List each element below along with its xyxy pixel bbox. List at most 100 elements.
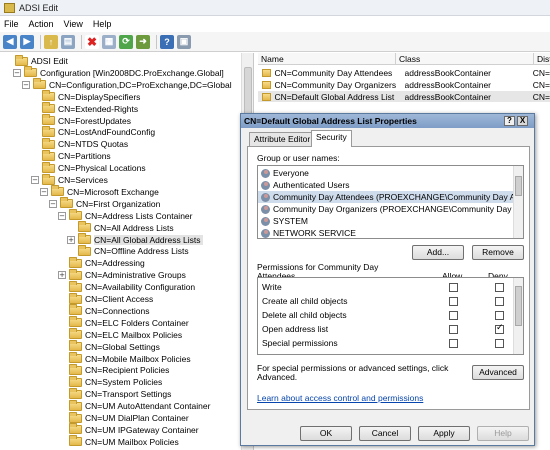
- tree-node[interactable]: − CN=Microsoft Exchange: [40, 185, 159, 198]
- delete-icon[interactable]: ✖: [85, 34, 99, 49]
- tree-node[interactable]: CN=Offline Address Lists: [67, 244, 189, 257]
- tree-node-label: CN=Services: [58, 175, 108, 185]
- tree-node[interactable]: CN=Global Settings: [58, 340, 160, 353]
- permissions-scrollbar[interactable]: [513, 278, 523, 354]
- tree-node[interactable]: CN=LostAndFoundConfig: [31, 125, 155, 138]
- up-folder-icon[interactable]: ↑: [44, 34, 58, 49]
- collapse-icon[interactable]: −: [13, 68, 21, 77]
- tree-node[interactable]: CN=NTDS Quotas: [31, 137, 128, 150]
- tree-node[interactable]: CN=Extended-Rights: [31, 102, 138, 115]
- dialog-close-button[interactable]: X: [517, 116, 528, 126]
- list-item[interactable]: NETWORK SERVICE: [258, 227, 514, 238]
- tree-node[interactable]: CN=Client Access: [58, 292, 153, 305]
- tree-node[interactable]: + CN=All Global Address Lists: [67, 233, 203, 246]
- tree-node[interactable]: CN=ELC Folders Container: [58, 316, 189, 329]
- collapse-icon[interactable]: −: [22, 80, 30, 89]
- tree-node[interactable]: CN=Mobile Mailbox Policies: [58, 352, 191, 365]
- list-item[interactable]: CN=Default Global Address List addressBo…: [258, 91, 550, 102]
- folder-icon: [33, 78, 46, 90]
- tree-node[interactable]: CN=UM AutoAttendant Container: [58, 399, 210, 412]
- tree-node[interactable]: CN=Transport Settings: [58, 387, 171, 400]
- list-item[interactable]: SYSTEM: [258, 215, 514, 227]
- expand-icon[interactable]: +: [58, 271, 66, 280]
- tree-node[interactable]: CN=System Policies: [58, 375, 162, 388]
- list-item[interactable]: Community Day Attendees (PROEXCHANGE\Com…: [258, 191, 514, 203]
- export-icon[interactable]: ➜: [136, 34, 150, 49]
- folder-icon: [69, 363, 82, 375]
- tree-node[interactable]: CN=All Address Lists: [67, 221, 174, 234]
- deny-open-address-list-checkbox[interactable]: [495, 323, 504, 334]
- menu-view[interactable]: View: [64, 19, 83, 29]
- tree-node[interactable]: − CN=First Organization: [49, 197, 160, 210]
- deny-write-checkbox[interactable]: [495, 283, 504, 292]
- dialog-help-button[interactable]: ?: [504, 116, 515, 126]
- deny-special-permissions-checkbox[interactable]: [495, 339, 504, 348]
- window-titlebar: ADSI Edit: [0, 0, 550, 16]
- tree-node-label: CN=UM DialPlan Container: [85, 413, 189, 423]
- tree-node[interactable]: CN=Physical Locations: [31, 161, 146, 174]
- menu-help[interactable]: Help: [93, 19, 112, 29]
- add-button[interactable]: Add...: [412, 245, 464, 260]
- ok-button[interactable]: OK: [300, 426, 352, 441]
- help-button[interactable]: Help: [477, 426, 529, 441]
- list-item[interactable]: CN=Community Day Organizers addressBookC…: [258, 79, 550, 90]
- tree-node[interactable]: ADSI Edit: [4, 54, 68, 67]
- show-hide-tree-icon[interactable]: ▤: [61, 34, 75, 49]
- advanced-button[interactable]: Advanced: [472, 365, 524, 380]
- tree-node[interactable]: CN=UM DialPlan Container: [58, 411, 189, 424]
- tree-node[interactable]: − Configuration [Win2008DC.ProExchange.Gl…: [13, 66, 224, 79]
- tree-node[interactable]: CN=DisplaySpecifiers: [31, 90, 140, 103]
- tree-node[interactable]: − CN=Configuration,DC=ProExchange,DC=Glob…: [22, 78, 232, 91]
- cancel-button[interactable]: Cancel: [359, 426, 411, 441]
- tree-node[interactable]: CN=UM Mailbox Policies: [58, 435, 179, 448]
- menu-file[interactable]: File: [4, 19, 19, 29]
- deny-delete-child-checkbox[interactable]: [495, 311, 504, 320]
- collapse-icon[interactable]: −: [31, 176, 39, 184]
- apply-button[interactable]: Apply: [418, 426, 470, 441]
- deny-create-child-checkbox[interactable]: [495, 297, 504, 306]
- menu-action[interactable]: Action: [29, 19, 54, 29]
- remove-button[interactable]: Remove: [472, 245, 524, 260]
- user-list-scrollbar[interactable]: [513, 166, 523, 238]
- allow-special-permissions-checkbox[interactable]: [449, 339, 458, 348]
- list-item[interactable]: Community Day Organizers (PROEXCHANGE\Co…: [258, 203, 514, 215]
- list-item[interactable]: CN=Community Day Attendees addressBookCo…: [258, 67, 550, 78]
- tree-node[interactable]: + CN=Administrative Groups: [58, 268, 186, 281]
- collapse-icon[interactable]: −: [40, 187, 48, 196]
- help-icon[interactable]: ?: [160, 34, 174, 49]
- tree-node[interactable]: CN=Availability Configuration: [58, 280, 195, 293]
- allow-create-child-checkbox[interactable]: [449, 297, 458, 306]
- tree-node[interactable]: − CN=Address Lists Container: [58, 209, 192, 222]
- tab-attribute-editor[interactable]: Attribute Editor: [249, 132, 316, 146]
- permission-row: Delete all child objects: [262, 310, 347, 320]
- tree-node[interactable]: CN=UM IPGateway Container: [58, 423, 199, 436]
- tree-node[interactable]: CN=ForestUpdates: [31, 114, 131, 127]
- address-book-container-icon: [262, 80, 272, 89]
- column-header-class[interactable]: Class: [396, 53, 534, 65]
- folder-icon: [69, 411, 82, 423]
- tree-node[interactable]: CN=Partitions: [31, 149, 111, 162]
- tree-node[interactable]: CN=Addressing: [58, 256, 145, 269]
- list-item[interactable]: Everyone: [258, 167, 514, 179]
- tab-security[interactable]: Security: [311, 130, 352, 147]
- tree-node[interactable]: CN=Connections: [58, 304, 150, 317]
- column-header-dist[interactable]: Dist: [534, 53, 550, 65]
- learn-access-control-link[interactable]: Learn about access control and permissio…: [257, 393, 423, 403]
- column-header-name[interactable]: Name: [258, 53, 396, 65]
- allow-delete-child-checkbox[interactable]: [449, 311, 458, 320]
- tree-node[interactable]: CN=ELC Mailbox Policies: [58, 328, 182, 341]
- tree-node[interactable]: CN=Recipient Policies: [58, 363, 169, 376]
- list-item[interactable]: Authenticated Users: [258, 179, 514, 191]
- collapse-icon[interactable]: −: [58, 211, 66, 220]
- properties-icon[interactable]: ▦: [102, 34, 116, 49]
- user-group-icon: [261, 180, 270, 190]
- tree-node[interactable]: − CN=Services: [31, 173, 108, 186]
- expand-icon[interactable]: +: [67, 235, 75, 244]
- refresh-icon[interactable]: ⟳: [119, 34, 133, 49]
- allow-open-address-list-checkbox[interactable]: [449, 325, 458, 334]
- back-icon[interactable]: ◀: [3, 34, 17, 49]
- forward-icon[interactable]: ▶: [20, 34, 34, 49]
- allow-write-checkbox[interactable]: [449, 283, 458, 292]
- collapse-icon[interactable]: −: [49, 199, 57, 208]
- console-icon[interactable]: ▣: [177, 34, 191, 49]
